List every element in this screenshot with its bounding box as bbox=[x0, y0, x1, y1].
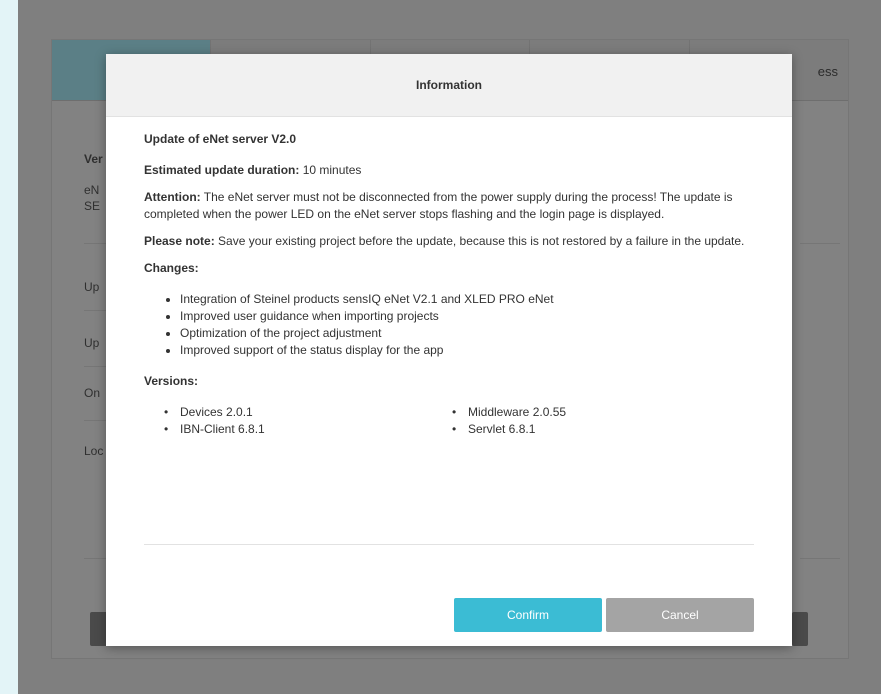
change-item: Improved support of the status display f… bbox=[180, 342, 754, 359]
note-label: Please note: bbox=[144, 234, 215, 248]
note-paragraph: Please note: Save your existing project … bbox=[144, 233, 754, 250]
attention-paragraph: Attention: The eNet server must not be d… bbox=[144, 189, 754, 223]
dialog-header: Information bbox=[106, 54, 792, 117]
version-item: IBN-Client 6.8.1 bbox=[164, 421, 452, 438]
cancel-button[interactable]: Cancel bbox=[606, 598, 754, 632]
duration-line: Estimated update duration: 10 minutes bbox=[144, 162, 754, 179]
version-item: Servlet 6.8.1 bbox=[452, 421, 752, 438]
version-item: Devices 2.0.1 bbox=[164, 404, 452, 421]
dialog-title: Information bbox=[416, 78, 482, 92]
tab-5-label: ess bbox=[817, 64, 839, 79]
duration-label: Estimated update duration: bbox=[144, 163, 300, 177]
change-item: Integration of Steinel products sensIQ e… bbox=[180, 291, 754, 308]
duration-value: 10 minutes bbox=[302, 163, 362, 177]
versions-list: Devices 2.0.1 Middleware 2.0.55 IBN-Clie… bbox=[144, 404, 754, 438]
attention-text: The eNet server must not be disconnected… bbox=[144, 190, 733, 221]
bg-button-right bbox=[792, 612, 808, 646]
confirm-button[interactable]: Confirm bbox=[454, 598, 602, 632]
dialog-divider bbox=[144, 544, 754, 545]
dialog-body: Update of eNet server V2.0 Estimated upd… bbox=[106, 117, 792, 438]
version-item: Middleware 2.0.55 bbox=[452, 404, 752, 421]
changes-heading: Changes: bbox=[144, 261, 199, 275]
bg-divider bbox=[800, 558, 840, 559]
change-item: Optimization of the project adjustment bbox=[180, 325, 754, 342]
versions-heading: Versions: bbox=[144, 374, 199, 388]
update-title: Update of eNet server V2.0 bbox=[144, 132, 297, 146]
bg-divider bbox=[800, 243, 840, 244]
note-text: Save your existing project before the up… bbox=[218, 234, 745, 248]
information-dialog: Information Update of eNet server V2.0 E… bbox=[106, 54, 792, 646]
changes-list: Integration of Steinel products sensIQ e… bbox=[144, 291, 754, 359]
attention-label: Attention: bbox=[144, 190, 201, 204]
change-item: Improved user guidance when importing pr… bbox=[180, 308, 754, 325]
